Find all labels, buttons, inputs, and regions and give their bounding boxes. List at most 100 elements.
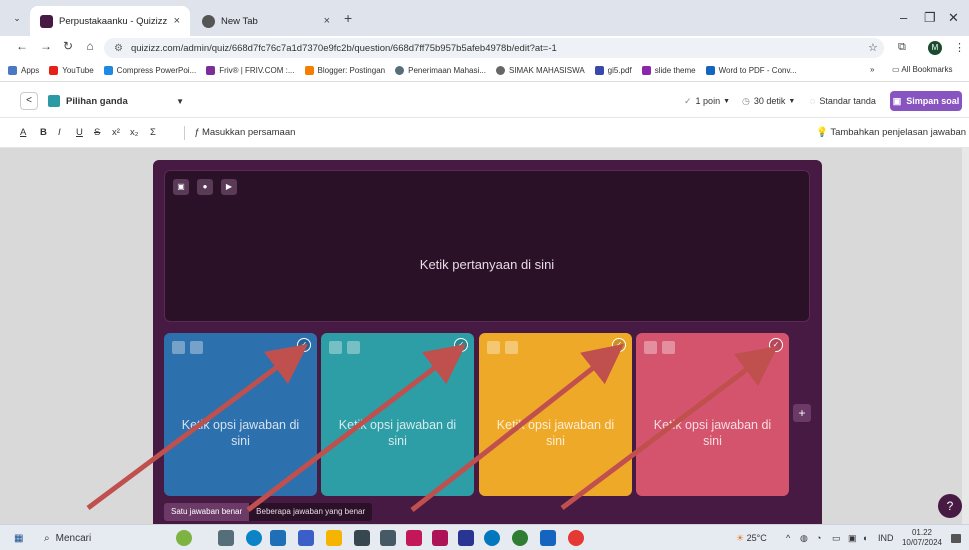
question-type-dropdown[interactable]: Pilihan ganda ▼ <box>48 90 184 112</box>
display-icon[interactable]: ▣ <box>848 533 857 544</box>
text-color-button[interactable]: A <box>20 127 26 138</box>
microphone-icon[interactable]: ● <box>197 179 213 195</box>
close-window-icon[interactable]: ✕ <box>948 10 959 26</box>
image-icon[interactable] <box>190 341 203 354</box>
tray-chevron-icon[interactable]: ^ <box>786 533 790 543</box>
task-view-icon[interactable] <box>218 530 234 546</box>
multiple-answer-option[interactable]: Beberapa jawaban yang benar <box>249 503 373 521</box>
answer-option-2[interactable]: ✓ Ketik opsi jawaban di sini <box>321 333 474 496</box>
italic-button[interactable]: I <box>58 127 61 138</box>
video-icon[interactable]: ▶ <box>221 179 237 195</box>
all-bookmarks[interactable]: ▭ All Bookmarks <box>892 65 952 74</box>
bookmark-youtube[interactable]: YouTube <box>49 66 94 75</box>
answer-option-1[interactable]: ✓ Ketik opsi jawaban di sini <box>164 333 317 496</box>
superscript-button[interactable]: x² <box>112 127 120 138</box>
bookmark-compress[interactable]: Compress PowerPoi... <box>103 66 196 75</box>
trash-icon[interactable] <box>329 341 342 354</box>
edge-icon[interactable] <box>246 530 262 546</box>
tab-new-tab[interactable]: New Tab × <box>192 6 340 36</box>
youtube-icon <box>49 66 59 75</box>
bookmark-penerimaan[interactable]: Penerimaan Mahasi... <box>395 66 486 75</box>
restore-icon[interactable]: ❐ <box>924 10 936 26</box>
image-icon[interactable] <box>505 341 518 354</box>
answer-option-4[interactable]: ✓ Ketik opsi jawaban di sini <box>636 333 789 496</box>
standard-marking-button[interactable]: ◌ Standar tanda <box>810 92 876 110</box>
equation-button[interactable]: ƒ Masukkan persamaan <box>194 127 295 138</box>
site-info-icon[interactable]: ⚙ <box>114 43 123 54</box>
bookmark-word-to-pdf[interactable]: Word to PDF - Conv... <box>705 66 797 75</box>
store-icon[interactable] <box>458 530 474 546</box>
bold-button[interactable]: B <box>40 127 47 138</box>
bookmark-gi5[interactable]: gi5.pdf <box>594 66 632 75</box>
close-tab-icon[interactable]: × <box>174 15 180 27</box>
image-icon[interactable] <box>347 341 360 354</box>
underline-button[interactable]: U <box>76 127 83 138</box>
correct-answer-check-icon[interactable]: ✓ <box>769 338 783 352</box>
access-icon[interactable] <box>432 530 448 546</box>
tab-quizizz[interactable]: Perpustakaanku - Quizizz × <box>30 6 190 36</box>
bookmark-simak[interactable]: SIMAK MAHASISWA <box>495 66 585 75</box>
file-explorer-icon[interactable] <box>326 530 342 546</box>
word-icon[interactable] <box>540 530 556 546</box>
scrollbar[interactable] <box>962 148 969 524</box>
close-tab-icon[interactable]: × <box>324 15 330 27</box>
points-dropdown[interactable]: ✓ 1 poin ▼ <box>684 92 730 110</box>
image-icon[interactable]: ▣ <box>173 179 189 195</box>
trash-icon[interactable] <box>644 341 657 354</box>
taskbar-search[interactable]: ⌕ Mencari <box>44 530 164 547</box>
subscript-button[interactable]: x₂ <box>130 127 138 138</box>
add-explanation-button[interactable]: 💡 Tambahkan penjelasan jawaban <box>816 127 966 138</box>
correct-answer-check-icon[interactable]: ✓ <box>454 338 468 352</box>
calculator-icon[interactable] <box>380 530 396 546</box>
bookmark-slide-theme[interactable]: slide theme <box>641 66 696 75</box>
bookmark-star-icon[interactable]: ☆ <box>868 41 878 54</box>
save-question-button[interactable]: ▣ Simpan soal <box>890 91 962 111</box>
weather-widget[interactable]: ☀ 25°C <box>736 533 767 544</box>
widget-icon[interactable] <box>176 530 192 546</box>
battery-icon[interactable]: ▭ <box>832 533 841 544</box>
mail-icon[interactable] <box>270 530 286 546</box>
answer-option-3[interactable]: ✓ Ketik opsi jawaban di sini <box>479 333 632 496</box>
back-icon[interactable]: ← <box>14 39 30 53</box>
bookmark-apps[interactable]: Apps <box>8 66 39 75</box>
network-icon[interactable]: ◍ <box>800 533 808 544</box>
tab-search-icon[interactable]: ⌄ <box>8 9 26 27</box>
help-button[interactable]: ? <box>938 494 962 518</box>
home-icon[interactable]: ⌂ <box>82 39 98 53</box>
add-option-button[interactable]: + <box>793 404 811 422</box>
camera-icon[interactable] <box>354 530 370 546</box>
bookmark-blogger[interactable]: Blogger: Postingan <box>304 66 385 75</box>
chat-icon[interactable] <box>484 530 500 546</box>
correct-answer-check-icon[interactable]: ✓ <box>297 338 311 352</box>
trash-icon[interactable] <box>487 341 500 354</box>
trash-icon[interactable] <box>172 341 185 354</box>
extensions-icon[interactable]: ⧉ <box>898 41 906 54</box>
more-bookmarks-button[interactable]: » <box>870 65 874 74</box>
photos-icon[interactable] <box>406 530 422 546</box>
image-icon[interactable] <box>662 341 675 354</box>
volume-icon[interactable]: ◖ <box>862 533 867 543</box>
clock[interactable]: 01.22 10/07/2024 <box>900 528 944 548</box>
whatsapp-icon[interactable] <box>512 530 528 546</box>
strikethrough-button[interactable]: S <box>94 127 100 138</box>
question-input[interactable]: ▣ ● ▶ Ketik pertanyaan di sini <box>164 170 810 322</box>
app-icon[interactable] <box>298 530 314 546</box>
new-tab-button[interactable]: + <box>344 10 352 26</box>
language-indicator[interactable]: IND <box>878 533 894 543</box>
symbol-button[interactable]: Σ <box>150 127 156 138</box>
notification-icon[interactable] <box>951 534 961 543</box>
correct-answer-check-icon[interactable]: ✓ <box>612 338 626 352</box>
wifi-icon[interactable]: ◔ <box>816 533 821 543</box>
bookmark-friv[interactable]: Friv® | FRIV.COM :... <box>206 66 295 75</box>
menu-icon[interactable]: ⋮ <box>954 41 965 54</box>
minimize-icon[interactable]: – <box>900 10 907 25</box>
back-button[interactable]: < <box>20 92 38 110</box>
time-dropdown[interactable]: ◷ 30 detik ▼ <box>742 92 795 110</box>
profile-avatar[interactable]: M <box>928 41 942 55</box>
reload-icon[interactable]: ↻ <box>60 39 76 53</box>
url-input[interactable]: ⚙ quizizz.com/admin/quiz/668d7fc76c7a1d7… <box>104 38 884 58</box>
windows-start-icon[interactable]: ▦ <box>14 533 23 544</box>
single-answer-option[interactable]: Satu jawaban benar <box>164 503 250 521</box>
forward-icon[interactable]: → <box>38 39 54 53</box>
chrome-icon[interactable] <box>568 530 584 546</box>
